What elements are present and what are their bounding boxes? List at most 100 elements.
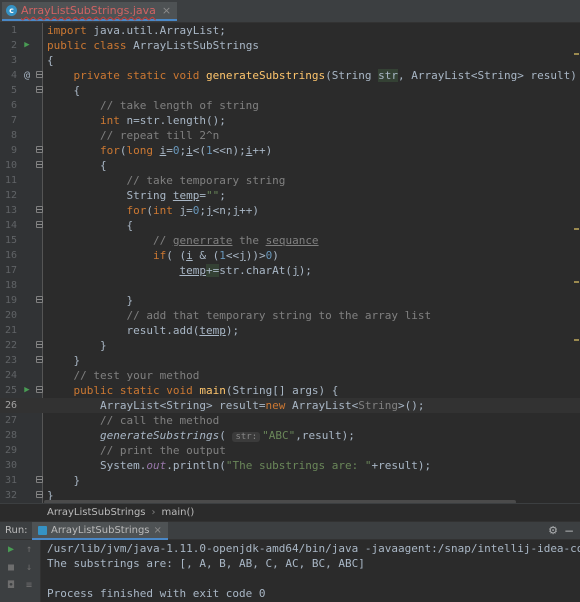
editor-tab-bar: c ArrayListSubStrings.java × — [0, 0, 580, 23]
line-number: 2 — [10, 40, 17, 51]
code-line-26-current[interactable]: 26 ArrayList<String> result=new ArrayLis… — [0, 398, 580, 413]
code-line-5[interactable]: 5 { — [0, 83, 580, 98]
run-class-icon[interactable]: ▶ — [22, 38, 32, 53]
fold-icon[interactable] — [36, 476, 44, 484]
fold-icon[interactable] — [36, 296, 44, 304]
code-text: int n=str.length(); — [99, 114, 226, 127]
fold-icon[interactable] — [36, 161, 44, 169]
code-line-9[interactable]: 9 for(long i=0;i<(1<<n);i++) — [0, 143, 580, 158]
console-command-line: /usr/lib/jvm/java-1.11.0-openjdk-amd64/b… — [47, 542, 580, 555]
close-tab-icon[interactable]: × — [162, 4, 171, 17]
run-toolwindow-header: Run: ArrayListSubStrings × ⚙ − — [0, 521, 580, 540]
fold-icon[interactable] — [36, 491, 44, 499]
code-line-6[interactable]: 6 // take length of string — [0, 98, 580, 113]
run-main-icon[interactable]: ▶ — [22, 383, 32, 398]
camera-icon[interactable]: ◘ — [4, 579, 18, 593]
code-line-12[interactable]: 12 String temp=""; — [0, 188, 580, 203]
code-text: import java.util.ArrayList; — [47, 24, 226, 37]
code-line-15[interactable]: 15 // generrate the sequance — [0, 233, 580, 248]
run-console[interactable]: ▶ ↑ ■ ↓ ◘ ≡ /usr/lib/jvm/java-1.11.0-ope… — [0, 540, 580, 602]
fold-icon[interactable] — [36, 356, 44, 364]
stop-icon[interactable]: ■ — [4, 561, 18, 575]
fold-icon[interactable] — [36, 386, 44, 394]
line-number: 1 — [10, 25, 17, 36]
usage-at-icon[interactable]: @ — [22, 68, 32, 83]
code-text: // repeat till 2^n — [99, 129, 220, 142]
code-line-17[interactable]: 17 temp+=str.charAt(j); — [0, 263, 580, 278]
line-number: 17 — [4, 265, 17, 276]
fold-icon[interactable] — [36, 206, 44, 214]
code-line-14[interactable]: 14 { — [0, 218, 580, 233]
line-number: 30 — [4, 460, 17, 471]
code-text: public class ArrayListSubStrings — [47, 39, 259, 52]
fold-icon[interactable] — [36, 341, 44, 349]
code-line-2[interactable]: 2 ▶ public class ArrayListSubStrings — [0, 38, 580, 53]
scroll-up-icon[interactable]: ↑ — [22, 543, 36, 557]
line-number: 14 — [4, 220, 17, 231]
console-output-line: The substrings are: [, A, B, AB, C, AC, … — [47, 557, 365, 570]
code-text: for(long i=0;i<(1<<n);i++) — [99, 144, 273, 157]
code-line-13[interactable]: 13 for(int j=0;j<n;j++) — [0, 203, 580, 218]
breadcrumb-class[interactable]: ArrayListSubStrings — [47, 507, 146, 518]
code-text: } — [47, 474, 81, 487]
line-number: 25 — [4, 385, 17, 396]
code-line-28[interactable]: 28 generateSubstrings( str: "ABC",result)… — [0, 428, 580, 443]
soft-wrap-icon[interactable]: ≡ — [22, 579, 36, 593]
code-line-30[interactable]: 30 System.out.println("The substrings ar… — [0, 458, 580, 473]
code-editor[interactable]: 1 import java.util.ArrayList; 2 ▶ public… — [0, 23, 580, 504]
fold-icon[interactable] — [36, 86, 44, 94]
line-number: 4 — [10, 70, 17, 81]
code-text: // take temporary string — [126, 174, 286, 187]
code-line-3[interactable]: 3 { — [0, 53, 580, 68]
code-text: { — [47, 159, 107, 172]
editor-tab-arraylistsubstrings[interactable]: c ArrayListSubStrings.java × — [2, 2, 178, 21]
code-line-22[interactable]: 22 } — [0, 338, 580, 353]
line-number: 28 — [4, 430, 17, 441]
java-class-icon: c — [6, 5, 17, 16]
fold-icon[interactable] — [36, 71, 44, 79]
code-line-7[interactable]: 7 int n=str.length(); — [0, 113, 580, 128]
fold-icon[interactable] — [36, 146, 44, 154]
code-line-31[interactable]: 31 } — [0, 473, 580, 488]
code-line-25[interactable]: 25 ▶ public static void main(String[] ar… — [0, 383, 580, 398]
rerun-icon[interactable]: ▶ — [4, 543, 18, 557]
code-text: // take length of string — [99, 99, 259, 112]
line-number: 9 — [10, 145, 17, 156]
run-tab[interactable]: ArrayListSubStrings × — [32, 522, 168, 540]
hide-panel-icon[interactable]: − — [564, 522, 574, 540]
fold-icon[interactable] — [36, 221, 44, 229]
code-line-8[interactable]: 8 // repeat till 2^n — [0, 128, 580, 143]
line-number: 19 — [4, 295, 17, 306]
breadcrumb-method[interactable]: main() — [162, 507, 195, 518]
line-number: 10 — [4, 160, 17, 171]
run-label: Run: — [5, 525, 28, 536]
code-line-29[interactable]: 29 // print the output — [0, 443, 580, 458]
line-number: 27 — [4, 415, 17, 426]
code-text: } — [47, 354, 81, 367]
gear-icon[interactable]: ⚙ — [548, 522, 558, 540]
line-number: 18 — [4, 280, 17, 291]
code-line-1[interactable]: 1 import java.util.ArrayList; — [0, 23, 580, 38]
code-line-11[interactable]: 11 // take temporary string — [0, 173, 580, 188]
close-run-tab-icon[interactable]: × — [154, 525, 162, 536]
code-line-27[interactable]: 27 // call the method — [0, 413, 580, 428]
code-text: // test your method — [73, 369, 200, 382]
code-line-10[interactable]: 10 { — [0, 158, 580, 173]
code-line-23[interactable]: 23 } — [0, 353, 580, 368]
line-number: 23 — [4, 355, 17, 366]
code-line-18[interactable]: 18 — [0, 278, 580, 293]
code-line-21[interactable]: 21 result.add(temp); — [0, 323, 580, 338]
run-tab-title: ArrayListSubStrings — [51, 524, 150, 536]
code-line-24[interactable]: 24 // test your method — [0, 368, 580, 383]
code-line-19[interactable]: 19 } — [0, 293, 580, 308]
code-text: { — [47, 84, 81, 97]
code-text: } — [47, 294, 134, 307]
scroll-down-icon[interactable]: ↓ — [22, 561, 36, 575]
line-number: 22 — [4, 340, 17, 351]
code-text: } — [47, 339, 107, 352]
code-text: { — [47, 219, 134, 232]
code-line-20[interactable]: 20 // add that temporary string to the a… — [0, 308, 580, 323]
line-number: 21 — [4, 325, 17, 336]
code-line-4[interactable]: 4 @ private static void generateSubstrin… — [0, 68, 580, 83]
code-line-16[interactable]: 16 if( (i & (1<<j))>0) — [0, 248, 580, 263]
